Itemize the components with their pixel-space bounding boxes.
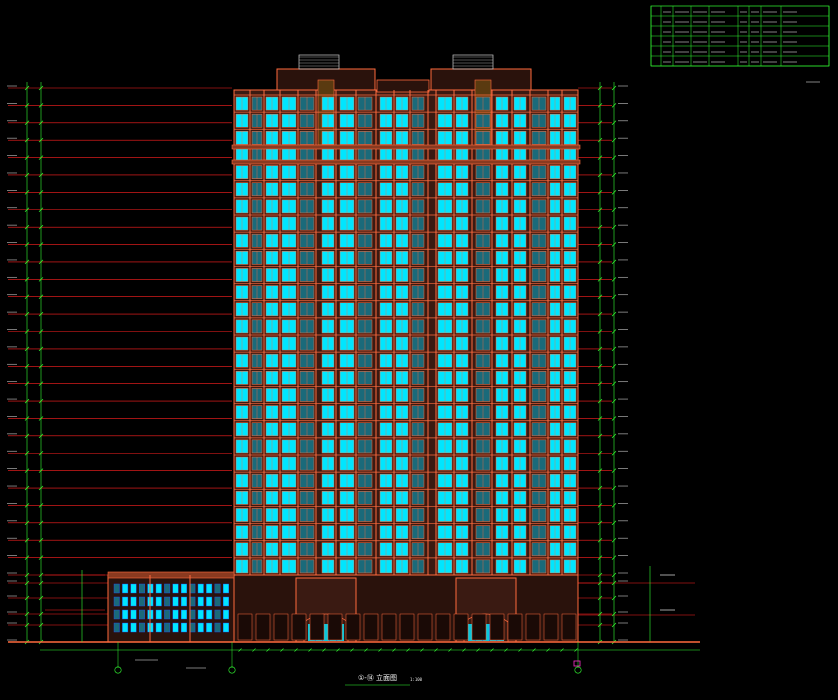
- shopfront-bay: [543, 613, 559, 641]
- shopfront-bay: [453, 613, 469, 641]
- shopfront-bay: [363, 613, 379, 641]
- podium-window: [197, 622, 204, 633]
- crown-link: [376, 79, 430, 93]
- podium-window: [130, 596, 137, 607]
- podium-window: [155, 583, 162, 594]
- podium-window: [222, 609, 229, 620]
- podium-window: [172, 609, 179, 620]
- podium-window: [206, 622, 213, 633]
- title-block-table: [650, 5, 830, 83]
- podium-window: [130, 609, 137, 620]
- podium-window: [138, 622, 145, 633]
- shopfront-bay: [435, 613, 451, 641]
- podium-window: [214, 609, 221, 620]
- shopfront-bay: [507, 613, 523, 641]
- podium-window: [155, 609, 162, 620]
- podium-annex: [107, 571, 235, 643]
- podium-window: [180, 609, 187, 620]
- shopfront-bay: [399, 613, 415, 641]
- podium-window: [222, 596, 229, 607]
- shopfront-bay: [525, 613, 541, 641]
- podium-window: [197, 596, 204, 607]
- shopfront-bay: [489, 613, 505, 641]
- podium-window: [138, 583, 145, 594]
- cornice: [231, 144, 581, 150]
- podium-window: [155, 596, 162, 607]
- podium-window: [138, 609, 145, 620]
- podium-window: [172, 596, 179, 607]
- podium-window: [164, 596, 171, 607]
- podium-window: [222, 622, 229, 633]
- podium-window: [172, 583, 179, 594]
- elevation-drawing: ①-⑭ 立面图 1:100: [7, 5, 830, 686]
- podium-window: [122, 583, 129, 594]
- podium-window: [113, 622, 120, 633]
- podium-window: [180, 583, 187, 594]
- shopfront-bay: [417, 613, 433, 641]
- shopfront-bay: [255, 613, 271, 641]
- podium-window: [164, 622, 171, 633]
- shopfront-bay: [237, 613, 253, 641]
- podium-window: [138, 596, 145, 607]
- podium-window: [164, 583, 171, 594]
- podium-cornice: [107, 571, 235, 579]
- shopfront-bay: [327, 613, 343, 641]
- podium-window: [113, 596, 120, 607]
- podium-window: [130, 622, 137, 633]
- drawing-title: ①-⑭ 立面图 1:100: [345, 673, 423, 686]
- cornice: [231, 159, 581, 165]
- podium-window: [206, 609, 213, 620]
- shopfront-bay: [309, 613, 325, 641]
- shopfront-bay: [273, 613, 289, 641]
- podium-window: [180, 622, 187, 633]
- shopfront-bay: [381, 613, 397, 641]
- podium-window: [197, 583, 204, 594]
- podium-window: [214, 583, 221, 594]
- podium-window: [164, 609, 171, 620]
- podium-window: [180, 596, 187, 607]
- shopfront-bay: [471, 613, 487, 641]
- drawing-title-text: ①-⑭ 立面图: [358, 673, 397, 682]
- podium-window: [206, 583, 213, 594]
- podium-window: [206, 596, 213, 607]
- podium-window: [214, 622, 221, 633]
- shopfront-bay: [345, 613, 361, 641]
- podium-window: [130, 583, 137, 594]
- tower-elevation: [231, 54, 581, 643]
- podium-window: [122, 609, 129, 620]
- podium-window: [113, 609, 120, 620]
- drawing-scale-text: 1:100: [410, 677, 423, 682]
- podium-window: [113, 583, 120, 594]
- podium-window: [122, 596, 129, 607]
- cad-viewport[interactable]: ①-⑭ 立面图 1:100: [0, 0, 838, 700]
- podium-window: [172, 622, 179, 633]
- section-marker: [573, 660, 581, 667]
- podium-window: [155, 622, 162, 633]
- podium-window: [214, 596, 221, 607]
- podium-window: [122, 622, 129, 633]
- shopfront-bay: [291, 613, 307, 641]
- shopfront-bay: [561, 613, 577, 641]
- podium-window: [197, 609, 204, 620]
- podium-window: [222, 583, 229, 594]
